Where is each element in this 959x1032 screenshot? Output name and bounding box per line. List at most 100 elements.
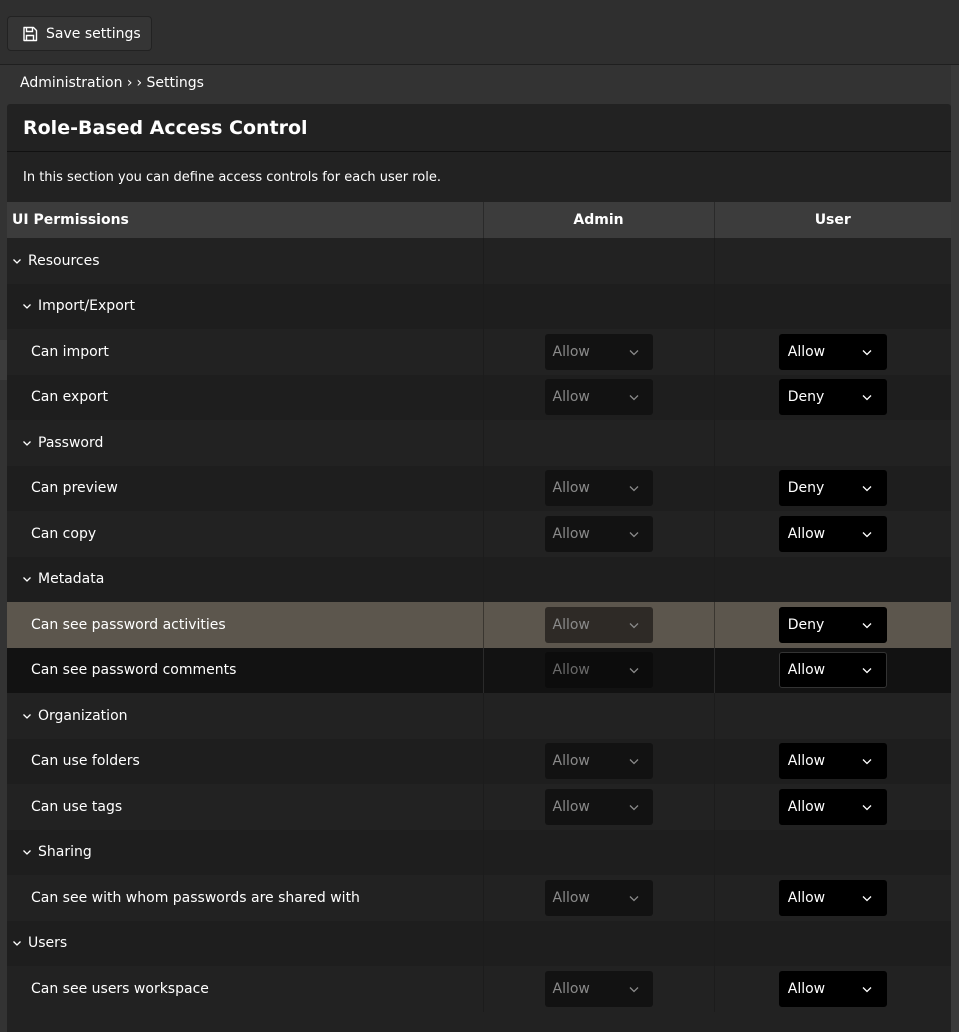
user-cell: Allow	[713, 784, 951, 830]
group-row[interactable]: Password	[7, 420, 951, 466]
permission-row: Can copy Allow Allow	[7, 511, 951, 557]
admin-cell: Allow	[482, 784, 714, 830]
group-row[interactable]: Sharing	[7, 829, 951, 875]
user-select-value: Allow	[787, 889, 826, 906]
chevron-down-icon[interactable]	[12, 257, 22, 265]
breadcrumb: Administration › › Settings	[20, 75, 204, 95]
group-row[interactable]: Metadata	[7, 556, 951, 602]
user-cell: Deny	[713, 374, 951, 420]
user-cell-empty	[713, 920, 951, 966]
group-label: Password	[38, 434, 104, 451]
user-permission-select[interactable]: Deny	[778, 379, 887, 416]
chevron-down-icon[interactable]	[862, 389, 872, 405]
chevron-down-icon[interactable]	[22, 712, 32, 720]
group-cell[interactable]: Metadata	[7, 556, 483, 602]
group-row[interactable]: Import/Export	[7, 283, 951, 329]
group-row[interactable]: Resources	[7, 238, 951, 284]
breadcrumb-settings[interactable]: › Settings	[137, 75, 204, 95]
save-settings-button[interactable]: Save settings	[7, 16, 152, 51]
admin-cell: Allow	[482, 329, 714, 375]
permissions-table: UI Permissions Admin User Resources Impor…	[7, 202, 951, 1012]
chevron-down-icon	[629, 799, 639, 815]
admin-permission-select: Allow	[544, 879, 653, 916]
group-label: Metadata	[38, 571, 105, 588]
user-permission-select[interactable]: Allow	[778, 879, 887, 916]
chevron-down-icon[interactable]	[862, 799, 872, 815]
chevron-down-icon[interactable]	[862, 890, 872, 906]
user-cell: Allow	[713, 966, 951, 1012]
group-row[interactable]: Organization	[7, 693, 951, 739]
chevron-down-icon	[629, 981, 639, 997]
admin-select-value: Allow	[552, 343, 590, 360]
admin-permission-select: Allow	[544, 970, 653, 1007]
page-title: Role-Based Access Control	[7, 104, 951, 152]
user-select-value: Allow	[787, 525, 826, 542]
chevron-down-icon[interactable]	[862, 753, 872, 769]
chevron-down-icon[interactable]	[22, 848, 32, 856]
user-cell: Allow	[713, 738, 951, 784]
user-cell-empty	[713, 420, 951, 466]
group-cell[interactable]: Import/Export	[7, 283, 483, 329]
admin-cell: Allow	[482, 647, 714, 693]
user-select-value: Allow	[787, 343, 826, 360]
user-cell-empty	[713, 693, 951, 739]
group-label: Import/Export	[38, 298, 136, 315]
group-cell[interactable]: Users	[7, 920, 483, 966]
admin-permission-select: Allow	[544, 606, 653, 643]
user-permission-select[interactable]: Allow	[778, 970, 887, 1007]
user-permission-select[interactable]: Allow	[778, 333, 887, 370]
user-permission-select[interactable]: Allow	[778, 652, 887, 689]
chevron-down-icon[interactable]	[22, 439, 32, 447]
group-cell[interactable]: Password	[7, 420, 483, 466]
chevron-down-icon	[629, 753, 639, 769]
chevron-down-icon	[629, 526, 639, 542]
admin-permission-select: Allow	[544, 515, 653, 552]
chevron-down-icon[interactable]	[862, 662, 872, 678]
user-permission-select[interactable]: Allow	[778, 788, 887, 825]
user-permission-select[interactable]: Deny	[778, 470, 887, 507]
group-label: Resources	[28, 252, 100, 269]
permission-label: Can import	[7, 329, 483, 375]
chevron-down-icon[interactable]	[22, 302, 32, 310]
page-scrollbar[interactable]	[951, 65, 959, 1032]
user-cell-empty	[713, 238, 951, 284]
admin-cell: Allow	[482, 738, 714, 784]
chevron-down-icon[interactable]	[862, 480, 872, 496]
chevron-down-icon	[629, 617, 639, 633]
admin-cell: Allow	[482, 465, 714, 511]
user-cell: Allow	[713, 875, 951, 921]
group-label: Users	[28, 935, 68, 952]
page-description: In this section you can define access co…	[23, 169, 441, 185]
chevron-down-icon[interactable]	[862, 981, 872, 997]
admin-select-value: Allow	[552, 480, 590, 497]
chevron-down-icon[interactable]	[22, 575, 32, 583]
user-cell-empty	[713, 829, 951, 875]
user-select-value: Deny	[787, 480, 825, 497]
chevron-down-icon	[629, 662, 639, 678]
group-cell[interactable]: Sharing	[7, 829, 483, 875]
chevron-down-icon	[629, 344, 639, 360]
admin-permission-select: Allow	[544, 333, 653, 370]
user-select-value: Deny	[787, 389, 825, 406]
breadcrumb-administration[interactable]: Administration ›	[20, 75, 133, 95]
chevron-down-icon[interactable]	[862, 344, 872, 360]
chevron-down-icon[interactable]	[862, 617, 872, 633]
permission-label: Can use folders	[7, 738, 483, 784]
group-cell[interactable]: Resources	[7, 238, 483, 284]
permission-row: Can see password activities Allow Deny	[7, 602, 951, 648]
chevron-down-icon[interactable]	[862, 526, 872, 542]
user-permission-select[interactable]: Allow	[778, 743, 887, 780]
user-cell: Allow	[713, 511, 951, 557]
chevron-down-icon[interactable]	[12, 939, 22, 947]
user-permission-select[interactable]: Allow	[778, 515, 887, 552]
group-cell[interactable]: Organization	[7, 693, 483, 739]
user-cell-empty	[713, 556, 951, 602]
permission-row: Can use folders Allow Allow	[7, 738, 951, 784]
group-row[interactable]: Users	[7, 920, 951, 966]
admin-cell-empty	[482, 238, 714, 284]
chevron-down-icon	[629, 890, 639, 906]
admin-select-value: Allow	[552, 798, 590, 815]
table-header-row: UI Permissions Admin User	[7, 202, 951, 238]
user-permission-select[interactable]: Deny	[778, 606, 887, 643]
permission-label: Can use tags	[7, 784, 483, 830]
